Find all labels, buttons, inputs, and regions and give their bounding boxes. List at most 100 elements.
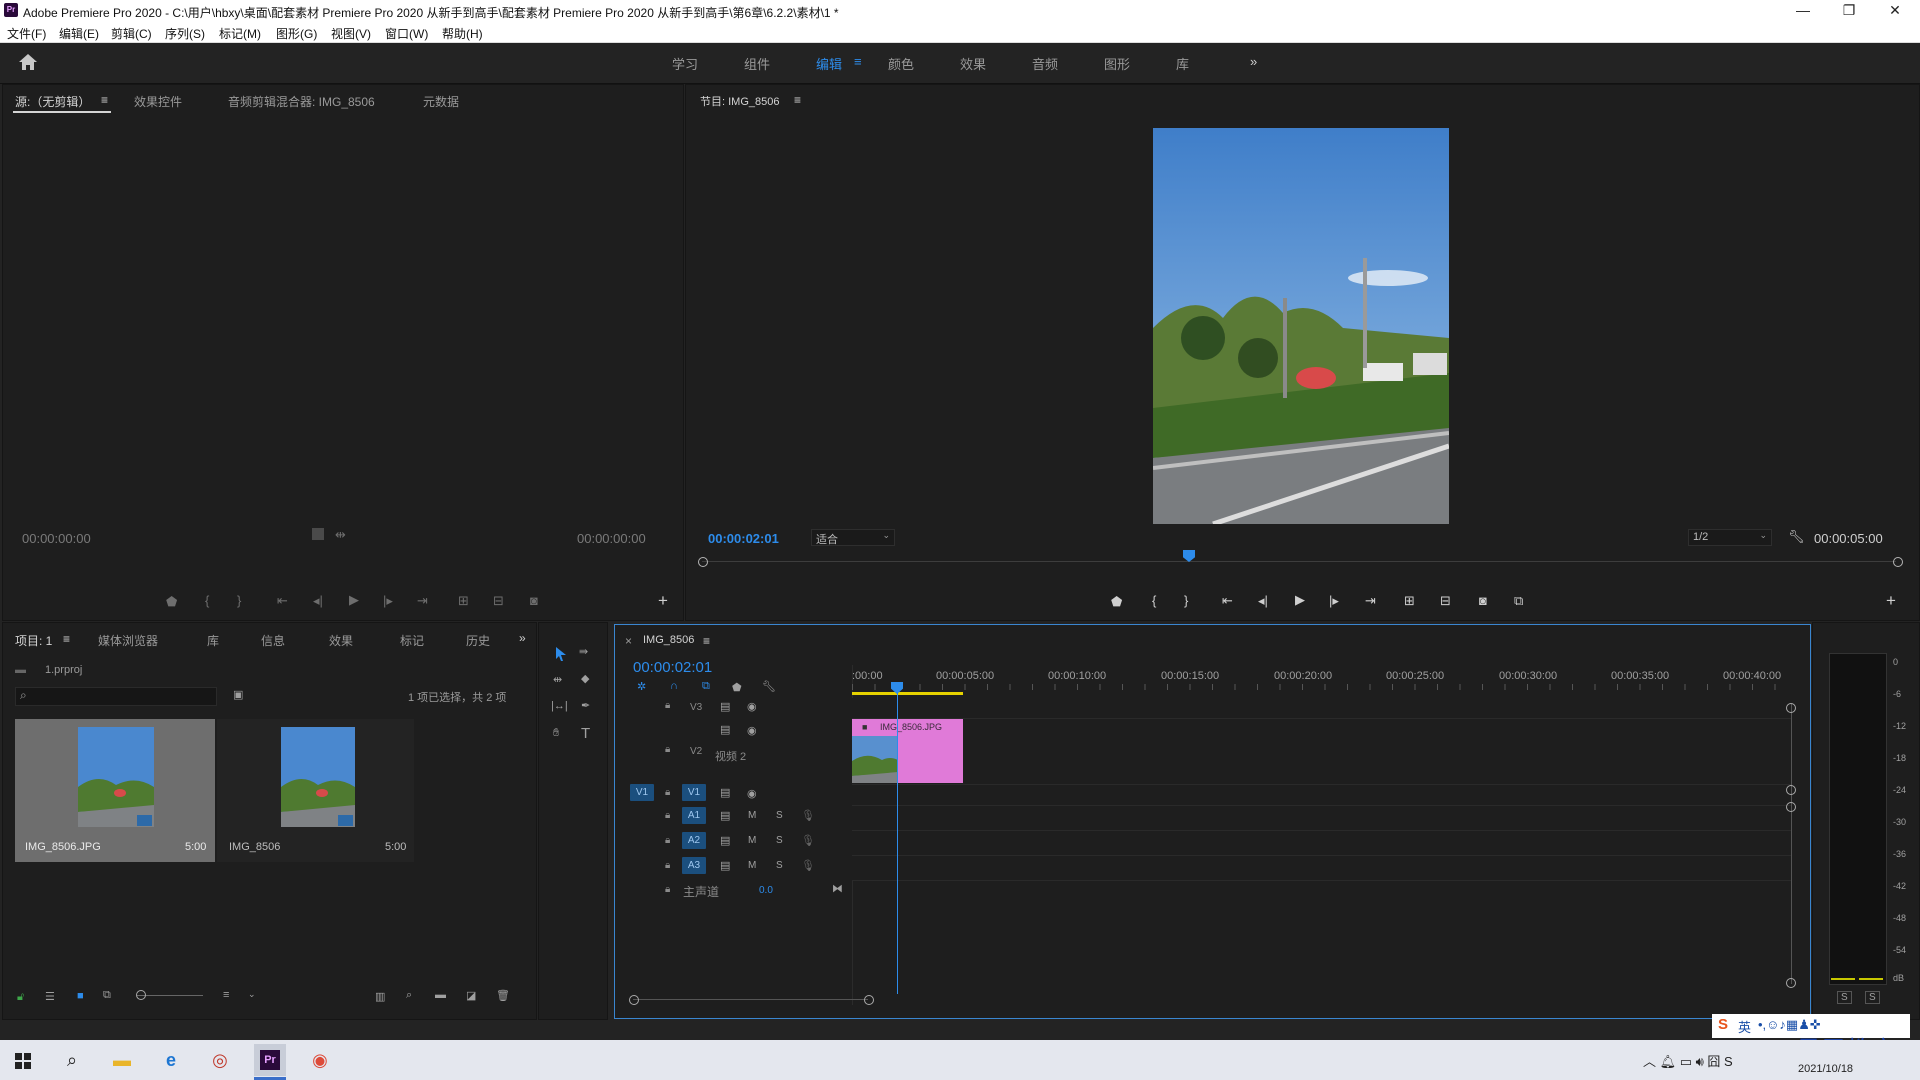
export-frame-icon[interactable]: ◙ <box>530 593 538 608</box>
tab-metadata[interactable]: 元数据 <box>423 93 459 110</box>
horizontal-scroll-handle[interactable] <box>864 995 874 1005</box>
solo-track-button[interactable]: S <box>776 810 783 821</box>
mute-track-button[interactable]: M <box>748 860 756 871</box>
thumbnail-size-slider[interactable] <box>137 995 203 996</box>
track-target-a2[interactable]: A2 <box>682 832 706 849</box>
microphone-icon[interactable]: 🎙︎ <box>801 809 815 822</box>
tab-source[interactable]: 源:（无剪辑） <box>15 93 90 110</box>
ripple-edit-tool-icon[interactable]: ⇹ <box>553 673 562 686</box>
menu-view[interactable]: 视图(V) <box>331 25 371 42</box>
mark-out-icon[interactable]: } <box>1184 593 1188 608</box>
timeline-settings-icon[interactable]: 🔧︎ <box>762 680 776 693</box>
zoom-level-dropdown[interactable]: 适合 ⌄ <box>811 529 895 546</box>
track-v2-row[interactable] <box>852 719 1792 785</box>
export-frame-icon[interactable]: ◙ <box>1479 593 1487 608</box>
program-playhead-timecode[interactable]: 00:00:02:01 <box>708 531 779 546</box>
work-area-bar[interactable] <box>852 692 963 695</box>
lock-icon[interactable]: 🔒︎ <box>665 860 670 871</box>
track-target-v1[interactable]: V1 <box>682 784 706 801</box>
lock-icon[interactable]: 🔒︎ <box>665 787 670 798</box>
eye-icon[interactable]: ◉ <box>747 724 757 737</box>
add-marker-icon[interactable]: ⬟ <box>166 594 177 610</box>
tab-program-menu-icon[interactable]: ≡ <box>794 93 801 107</box>
solo-track-button[interactable]: S <box>776 835 783 846</box>
scrubber-end-handle[interactable] <box>1893 557 1903 567</box>
tab-history[interactable]: 历史 <box>466 632 490 649</box>
project-item[interactable]: IMG_8506.JPG 5:00 <box>15 719 215 862</box>
menu-file[interactable]: 文件(F) <box>7 25 46 42</box>
windows-start-icon[interactable] <box>15 1053 31 1069</box>
track-a3-row[interactable] <box>852 856 1792 881</box>
lock-icon[interactable]: 🔒︎ <box>665 810 670 821</box>
toggle-sync-lock-icon[interactable]: ▤ <box>720 859 730 872</box>
play-icon[interactable]: ▶ <box>349 592 359 608</box>
vertical-scroll-handle[interactable] <box>1786 785 1796 795</box>
tab-sequence-menu-icon[interactable]: ≡ <box>703 634 710 648</box>
track-v3-row[interactable] <box>852 698 1792 719</box>
slip-tool-icon[interactable]: |↔| <box>551 700 568 712</box>
selection-tool-icon[interactable] <box>554 646 568 662</box>
track-v1-row[interactable] <box>852 785 1792 806</box>
drop-frame-icon[interactable]: ⇹ <box>335 527 346 543</box>
automate-to-sequence-icon[interactable]: ▥ <box>375 990 385 1003</box>
freeform-view-icon[interactable]: ⧉ <box>103 989 111 1002</box>
minimize-button[interactable]: — <box>1780 0 1826 22</box>
lock-icon[interactable]: 🔒︎ <box>665 744 670 755</box>
master-volume-value[interactable]: 0.0 <box>759 885 773 896</box>
lock-icon[interactable]: 🔒︎ <box>665 700 670 711</box>
go-to-in-icon[interactable]: ⇤ <box>1222 593 1233 609</box>
close-button[interactable]: ✕ <box>1872 0 1918 22</box>
new-search-bin-icon[interactable]: ▣ <box>233 688 243 701</box>
workspace-editing-menu-icon[interactable]: ≡ <box>854 54 862 69</box>
solo-right-button[interactable]: S <box>1865 991 1880 1004</box>
step-back-icon[interactable]: ◂| <box>1258 593 1268 609</box>
track-target-a1[interactable]: A1 <box>682 807 706 824</box>
workspace-libraries[interactable]: 库 <box>1176 54 1189 73</box>
menu-window[interactable]: 窗口(W) <box>385 25 428 42</box>
workspace-learn[interactable]: 学习 <box>672 54 698 73</box>
menu-graphics[interactable]: 图形(G) <box>276 25 317 42</box>
add-marker-icon[interactable]: ⬟ <box>732 681 742 694</box>
vertical-scroll-handle[interactable] <box>1786 978 1796 988</box>
razor-tool-icon[interactable]: ◆ <box>581 672 589 685</box>
lock-icon[interactable]: 🔒︎ <box>665 835 670 846</box>
go-to-end-icon[interactable]: ⧓ <box>832 882 843 895</box>
lock-icon[interactable]: 🔒︎ <box>665 884 670 895</box>
thumbnail-size-handle[interactable] <box>136 990 146 1000</box>
playback-resolution-dropdown[interactable]: 1/2 ⌄ <box>1688 529 1772 546</box>
microphone-icon[interactable]: 🎙︎ <box>801 859 815 872</box>
workspace-assembly[interactable]: 组件 <box>744 54 770 73</box>
menu-sequence[interactable]: 序列(S) <box>165 25 205 42</box>
solo-left-button[interactable]: S <box>1837 991 1852 1004</box>
go-to-out-icon[interactable]: ⇥ <box>417 593 428 609</box>
tab-overflow-icon[interactable]: » <box>519 631 526 645</box>
track-select-tool-icon[interactable]: ⇛ <box>579 645 588 658</box>
timeline-clip[interactable]: ■ IMG_8506.JPG <box>852 719 963 783</box>
file-explorer-icon[interactable]: ▬ <box>102 1044 142 1076</box>
restore-button[interactable]: ❐ <box>1826 0 1872 22</box>
menu-edit[interactable]: 编辑(E) <box>59 25 99 42</box>
timeline-playhead-timecode[interactable]: 00:00:02:01 <box>633 659 712 676</box>
toggle-sync-lock-icon[interactable]: ▤ <box>720 723 730 736</box>
comparison-view-icon[interactable]: ⧉ <box>1514 593 1523 609</box>
horizontal-zoom-scrollbar[interactable] <box>633 999 868 1000</box>
go-to-in-icon[interactable]: ⇤ <box>277 593 288 609</box>
toggle-sync-lock-icon[interactable]: ▤ <box>720 809 730 822</box>
edge-browser-icon[interactable]: e <box>151 1044 191 1076</box>
mute-track-button[interactable]: M <box>748 835 756 846</box>
tab-source-menu-icon[interactable]: ≡ <box>101 93 108 107</box>
horizontal-scroll-handle[interactable] <box>629 995 639 1005</box>
timeline-playhead-line[interactable] <box>897 684 898 994</box>
mute-track-button[interactable]: M <box>748 810 756 821</box>
button-editor-add-icon[interactable]: + <box>658 591 668 611</box>
mark-out-icon[interactable]: } <box>237 593 241 608</box>
chevron-down-icon[interactable]: ⌄ <box>248 989 256 1000</box>
tab-project[interactable]: 项目: 1 <box>15 632 52 649</box>
track-a2-row[interactable] <box>852 831 1792 856</box>
project-search-input[interactable]: ⌕ <box>15 687 217 706</box>
screen-capture-app-icon[interactable]: ◎ <box>200 1044 240 1076</box>
scrubber-start-handle[interactable] <box>698 557 708 567</box>
list-view-icon[interactable]: ☰ <box>45 990 55 1003</box>
track-a1-row[interactable] <box>852 806 1792 831</box>
program-scrubber-track[interactable] <box>702 561 1896 562</box>
